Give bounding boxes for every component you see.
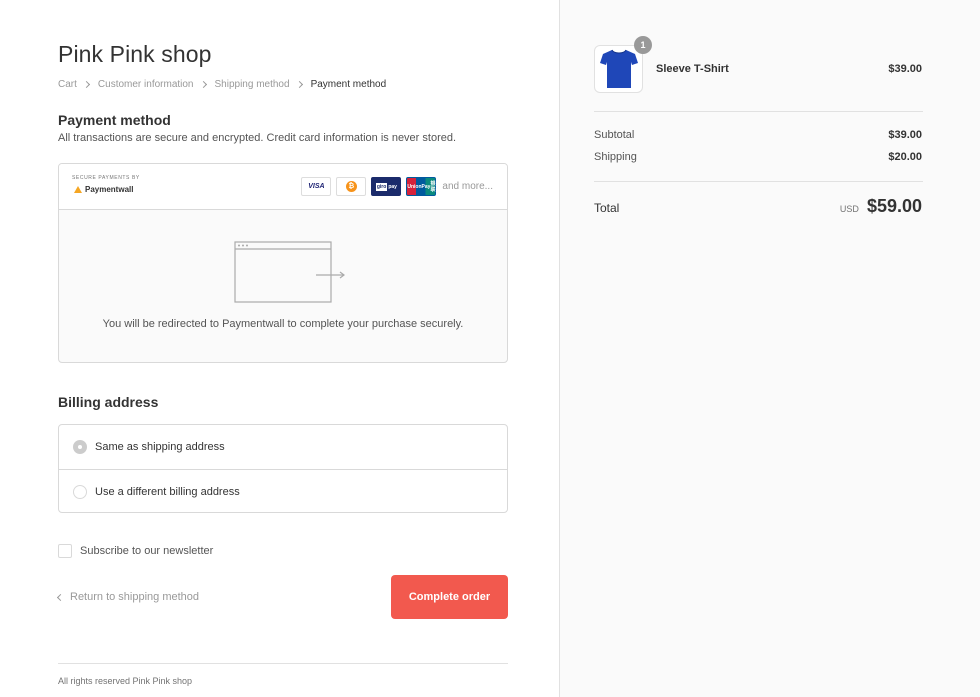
- and-more-label: and more...: [442, 181, 493, 192]
- tshirt-icon: [599, 49, 638, 88]
- product-name: Sleeve T-Shirt: [656, 63, 729, 75]
- accepted-cards: VISA ₿ giro pay UnionPay 银联 and more...: [301, 177, 493, 196]
- chevron-right-icon: [82, 80, 90, 89]
- billing-option-label: Same as shipping address: [95, 441, 225, 453]
- visa-icon: VISA: [301, 177, 332, 196]
- total-label: Total: [594, 201, 620, 215]
- browser-redirect-icon: [234, 241, 345, 303]
- summary-divider: [594, 111, 923, 112]
- product-thumbnail: [594, 45, 643, 93]
- chevron-left-icon: [56, 593, 65, 601]
- currency-code: USD: [839, 204, 859, 214]
- order-summary: 1 Sleeve T-Shirt $39.00 Subtotal $39.00 …: [559, 0, 980, 697]
- paymentwall-logo-icon: [74, 186, 82, 193]
- checkout-main: Pink Pink shop Cart Customer information…: [0, 0, 559, 697]
- paymentwall-name: Paymentwall: [85, 185, 134, 194]
- giropay-icon: giro pay: [371, 177, 402, 196]
- footer-copyright: All rights reserved Pink Pink shop: [58, 676, 193, 686]
- shipping-label: Shipping: [594, 151, 637, 163]
- paymentwall-logo: Paymentwall: [74, 185, 133, 194]
- billing-address-options: Same as shipping address Use a different…: [58, 424, 508, 513]
- breadcrumb-payment-method: Payment method: [310, 79, 387, 90]
- billing-option-same[interactable]: Same as shipping address: [59, 425, 507, 469]
- newsletter-label: Subscribe to our newsletter: [80, 545, 214, 557]
- subtotal-label: Subtotal: [594, 129, 635, 141]
- breadcrumb-customer-information[interactable]: Customer information: [98, 79, 194, 90]
- billing-option-label: Use a different billing address: [95, 485, 240, 498]
- chevron-right-icon: [295, 80, 303, 89]
- secure-payments-label: SECURE PAYMENTS BY: [72, 175, 140, 181]
- billing-option-different[interactable]: Use a different billing address: [59, 469, 507, 513]
- grand-total: $59.00: [866, 196, 922, 216]
- product-price: $39.00: [888, 63, 922, 75]
- chevron-right-icon: [199, 80, 207, 89]
- payment-method-heading: Payment method: [58, 112, 171, 128]
- unionpay-icon: UnionPay 银联: [406, 177, 437, 196]
- bitcoin-icon: ₿: [336, 177, 367, 196]
- payment-method-box: SECURE PAYMENTS BY Paymentwall VISA ₿ gi…: [58, 163, 508, 363]
- radio-selected-icon[interactable]: [73, 440, 87, 454]
- newsletter-checkbox-row[interactable]: Subscribe to our newsletter: [58, 544, 213, 558]
- return-to-shipping-link[interactable]: Return to shipping method: [56, 591, 200, 603]
- shop-title[interactable]: Pink Pink shop: [58, 41, 212, 68]
- payment-method-subtitle: All transactions are secure and encrypte…: [58, 132, 457, 144]
- breadcrumb: Cart Customer information Shipping metho…: [58, 79, 386, 90]
- complete-order-button[interactable]: Complete order: [391, 575, 508, 619]
- return-link-label: Return to shipping method: [70, 591, 200, 603]
- total-value: USD $59.00: [840, 196, 922, 217]
- shipping-value: $20.00: [888, 151, 922, 163]
- newsletter-checkbox[interactable]: [58, 544, 72, 558]
- breadcrumb-shipping-method[interactable]: Shipping method: [215, 79, 290, 90]
- radio-unselected-icon[interactable]: [73, 484, 87, 499]
- breadcrumb-cart[interactable]: Cart: [58, 79, 77, 90]
- summary-divider: [594, 181, 923, 182]
- footer-divider: [58, 663, 508, 664]
- subtotal-value: $39.00: [888, 129, 922, 141]
- redirect-message: You will be redirected to Paymentwall to…: [102, 318, 464, 330]
- billing-address-heading: Billing address: [58, 394, 159, 410]
- payment-provider-header: SECURE PAYMENTS BY Paymentwall VISA ₿ gi…: [59, 164, 507, 210]
- quantity-badge: 1: [634, 36, 652, 54]
